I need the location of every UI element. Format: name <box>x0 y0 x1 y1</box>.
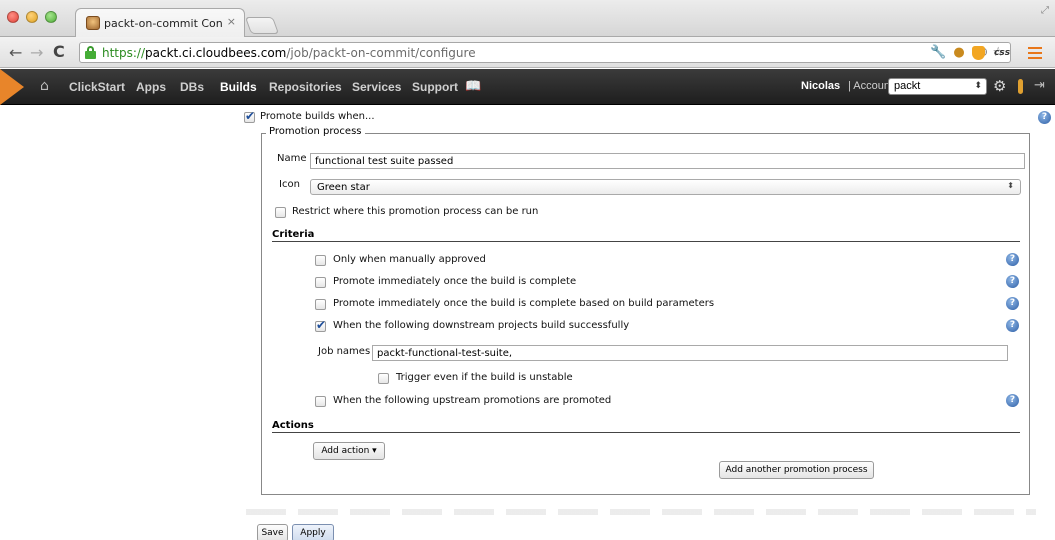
logout-icon[interactable]: ⇥ <box>1034 78 1045 93</box>
main-content: Promote builds when... ? Promotion proce… <box>0 106 1055 540</box>
criteria-checkbox-manual[interactable] <box>315 255 326 266</box>
add-action-button[interactable]: Add action ▾ <box>313 442 385 460</box>
thermometer-icon[interactable] <box>1018 79 1023 94</box>
name-field[interactable]: functional test suite passed <box>310 153 1025 169</box>
new-tab-button[interactable] <box>244 17 280 34</box>
icon-select[interactable]: Green star ⬍ <box>310 179 1021 195</box>
close-window-button[interactable] <box>7 11 19 23</box>
help-icon[interactable]: ? <box>1006 253 1019 266</box>
select-arrows-icon: ⬍ <box>1007 181 1014 190</box>
trigger-unstable-checkbox[interactable] <box>378 373 389 384</box>
shield-extension-icon[interactable] <box>972 46 985 60</box>
back-arrow-icon[interactable]: ← <box>9 43 22 62</box>
promote-builds-checkbox[interactable] <box>244 109 255 123</box>
nav-services[interactable]: Services <box>352 80 401 94</box>
criteria-checkbox-parameters[interactable] <box>315 299 326 310</box>
nav-repositories[interactable]: Repositories <box>269 80 342 94</box>
nav-dbs[interactable]: DBs <box>180 80 204 94</box>
url-text[interactable]: https://packt.ci.cloudbees.com/job/packt… <box>102 46 476 60</box>
criteria-checkbox-immediate[interactable] <box>315 277 326 288</box>
criteria-divider <box>272 241 1020 242</box>
criteria-checkbox-upstream[interactable] <box>315 396 326 407</box>
restrict-label: Restrict where this promotion process ca… <box>292 206 539 217</box>
tab-close-icon[interactable]: × <box>227 15 236 28</box>
address-bar[interactable]: https://packt.ci.cloudbees.com/job/packt… <box>79 42 1011 63</box>
help-icon[interactable]: ? <box>1006 394 1019 407</box>
wrench-extension-icon[interactable]: 🔧 <box>930 45 946 61</box>
fullscreen-icon[interactable]: ⤢ <box>1041 5 1049 16</box>
icon-select-value: Green star <box>317 182 370 193</box>
jenkins-favicon-icon <box>86 16 100 30</box>
forward-arrow-icon[interactable]: → <box>30 43 43 62</box>
select-arrows-icon: ⬍ <box>974 80 982 90</box>
criteria-label-downstream: When the following downstream projects b… <box>333 320 630 331</box>
actions-heading: Actions <box>272 420 314 431</box>
criteria-label-upstream: When the following upstream promotions a… <box>333 395 612 406</box>
cookie-extension-icon[interactable]: ● <box>951 45 967 61</box>
save-button[interactable]: Save <box>257 524 288 540</box>
help-icon[interactable]: ? <box>1006 297 1019 310</box>
nav-apps[interactable]: Apps <box>136 80 166 94</box>
trigger-unstable-label: Trigger even if the build is unstable <box>396 372 573 383</box>
icon-label: Icon <box>279 179 300 190</box>
zoom-window-button[interactable] <box>45 11 57 23</box>
criteria-label-manual: Only when manually approved <box>333 254 486 265</box>
criteria-checkbox-downstream[interactable] <box>315 318 326 332</box>
actions-divider <box>272 432 1020 433</box>
minimize-window-button[interactable] <box>26 11 38 23</box>
job-names-field[interactable]: packt-functional-test-suite, <box>372 345 1008 361</box>
apply-button[interactable]: Apply <box>292 524 334 540</box>
criteria-heading: Criteria <box>272 229 315 240</box>
browser-toolbar: ← → C https://packt.ci.cloudbees.com/job… <box>0 37 1055 68</box>
help-icon[interactable]: ? <box>1038 111 1051 124</box>
cloudbees-navbar: ⌂ ClickStart Apps DBs Builds Repositorie… <box>0 69 1055 105</box>
help-icon[interactable]: ? <box>1006 319 1019 332</box>
lock-icon <box>85 46 96 59</box>
gear-icon[interactable]: ⚙ <box>993 77 1006 95</box>
reload-icon[interactable]: C <box>53 42 65 61</box>
username[interactable]: Nicolas <box>801 80 840 92</box>
nav-builds[interactable]: Builds <box>220 80 257 94</box>
restrict-checkbox[interactable] <box>275 207 286 218</box>
name-label: Name <box>277 153 307 164</box>
job-names-label: Job names <box>318 346 371 357</box>
nav-support[interactable]: Support <box>412 80 458 94</box>
home-icon[interactable]: ⌂ <box>40 78 49 94</box>
help-icon[interactable]: ? <box>1006 275 1019 288</box>
browser-tab[interactable]: packt-on-commit Config × <box>75 8 245 37</box>
book-icon[interactable]: 📖 <box>465 79 481 94</box>
promote-builds-label: Promote builds when... <box>260 111 375 122</box>
account-value: packt <box>894 80 921 92</box>
criteria-label-parameters: Promote immediately once the build is co… <box>333 298 715 309</box>
add-another-promotion-button[interactable]: Add another promotion process <box>719 461 874 479</box>
css-extension-icon[interactable]: css <box>994 45 1010 61</box>
promotion-process-legend: Promotion process <box>266 126 365 137</box>
account-select[interactable]: packt ⬍ <box>888 78 987 95</box>
window-titlebar: packt-on-commit Config × ⤢ <box>0 0 1055 37</box>
criteria-label-immediate: Promote immediately once the build is co… <box>333 276 577 287</box>
chrome-menu-icon[interactable] <box>1028 47 1042 59</box>
cloudbees-logo <box>0 69 24 105</box>
obscured-option-row <box>246 509 1036 515</box>
tab-title: packt-on-commit Config <box>104 17 222 30</box>
nav-clickstart[interactable]: ClickStart <box>69 80 125 94</box>
